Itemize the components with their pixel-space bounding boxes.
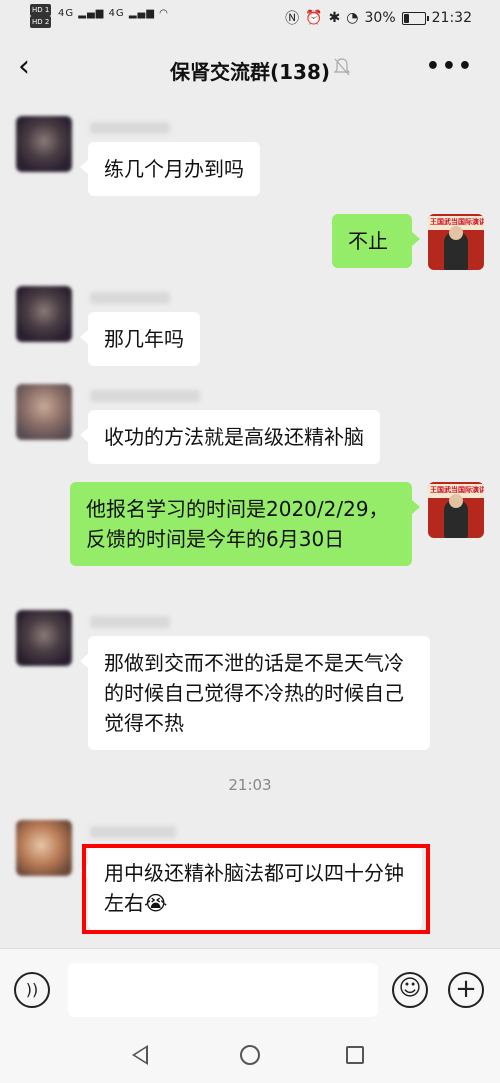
sim2-badge: HD 2 xyxy=(30,16,52,28)
message-bubble[interactable]: 那做到交而不泄的话是不是天气冷的时候自己觉得不冷热的时候自己觉得不热 xyxy=(80,636,430,750)
system-nav-bar xyxy=(0,1030,500,1083)
avatar-head xyxy=(449,494,463,508)
status-bar: HD 1 HD 2 4G ▂▄▆ 4G ▂▄▆ ◠ Ⓝ ⏰ ✱ ◔ 30% 21… xyxy=(0,0,500,36)
sim1-badge: HD 1 xyxy=(30,4,52,16)
emoji-icon[interactable]: ☺ xyxy=(392,972,428,1008)
avatar[interactable] xyxy=(16,286,72,342)
avatar[interactable] xyxy=(16,116,72,172)
signal-icon: 4G ▂▄▆ 4G ▂▄▆ ◠ xyxy=(58,8,169,19)
avatar-head xyxy=(449,226,463,240)
sender-nickname xyxy=(90,390,200,402)
network-type-2: 4G xyxy=(108,8,125,19)
chat-header: ‹ 保肾交流群(138) ••• xyxy=(0,36,500,100)
alarm-icon: ⏰ xyxy=(305,10,323,26)
message-input[interactable] xyxy=(68,963,378,1017)
sim-indicators: HD 1 HD 2 xyxy=(30,4,53,28)
message-bubble[interactable]: 他报名学习的时间是2020/2/29，反馈的时间是今年的6月30日 xyxy=(70,482,420,566)
self-avatar[interactable]: 王国武当国际演讲 xyxy=(428,482,484,538)
avatar[interactable] xyxy=(16,384,72,440)
sender-nickname xyxy=(90,616,170,628)
clock: 21:32 xyxy=(431,10,472,26)
bluetooth-icon: ✱ xyxy=(328,10,341,26)
avatar[interactable] xyxy=(16,820,72,876)
speed-icon: ◔ xyxy=(346,10,359,26)
message-list[interactable]: 练几个月办到吗 王国武当国际演讲 不止 那几年吗 收功的方法就是高级还精补脑 王… xyxy=(0,100,500,948)
timestamp: 21:03 xyxy=(228,776,272,794)
sender-nickname xyxy=(90,122,170,134)
message-bubble[interactable]: 收功的方法就是高级还精补脑 xyxy=(80,410,380,464)
message-bubble[interactable]: 练几个月办到吗 xyxy=(80,142,260,196)
input-bar: )) ☺ + xyxy=(0,948,500,1031)
message-bubble[interactable]: 不止 xyxy=(332,214,420,268)
sender-nickname xyxy=(90,292,170,304)
sender-nickname xyxy=(90,826,176,838)
nav-back-icon[interactable] xyxy=(132,1045,148,1065)
plus-icon[interactable]: + xyxy=(448,972,484,1008)
status-right: Ⓝ ⏰ ✱ ◔ 30% 21:32 xyxy=(285,8,472,28)
battery-icon xyxy=(401,11,429,25)
network-type: 4G xyxy=(58,8,75,19)
voice-icon[interactable]: )) xyxy=(14,972,50,1008)
self-avatar[interactable]: 王国武当国际演讲 xyxy=(428,214,484,270)
bell-off-icon xyxy=(334,58,350,76)
nav-home-icon[interactable] xyxy=(240,1045,260,1065)
battery-percent: 30% xyxy=(364,10,396,26)
nfc-icon: Ⓝ xyxy=(285,11,300,27)
avatar[interactable] xyxy=(16,610,72,666)
nav-recents-icon[interactable] xyxy=(346,1046,364,1064)
message-bubble[interactable]: 那几年吗 xyxy=(80,312,200,366)
battery-fill xyxy=(403,13,410,23)
highlight-box xyxy=(82,844,430,934)
more-icon[interactable]: ••• xyxy=(426,54,474,79)
